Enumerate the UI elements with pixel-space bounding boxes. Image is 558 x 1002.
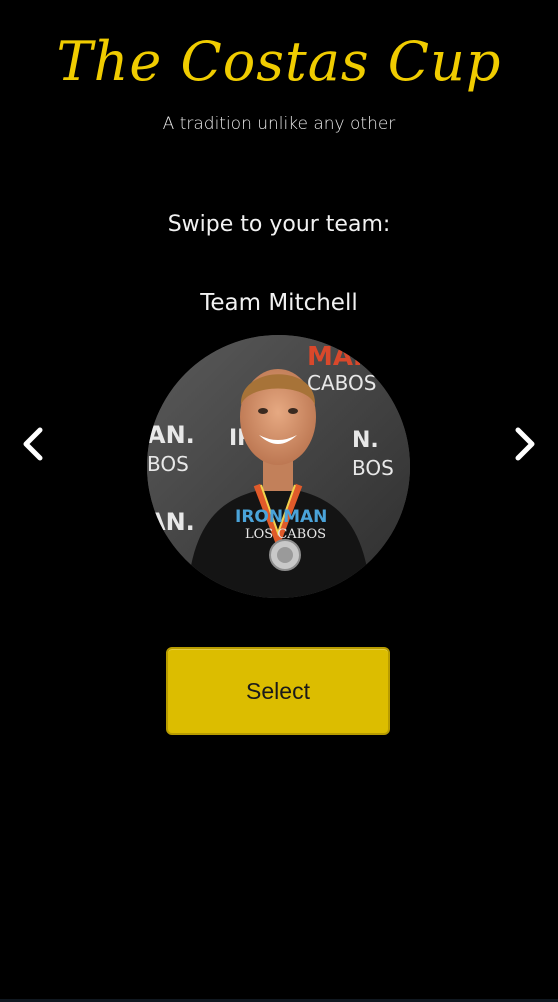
backdrop-text: AN. — [147, 508, 195, 536]
swipe-prompt: Swipe to your team: — [167, 212, 391, 237]
backdrop-text: N. — [352, 428, 379, 453]
backdrop-text: BOS — [352, 456, 394, 480]
team-photo[interactable]: AN. IRON MAN CABOS BOS N. BOS AN. IRONMA… — [147, 335, 410, 598]
select-button[interactable]: Select — [166, 647, 390, 735]
chevron-right-icon — [515, 427, 535, 461]
chevron-left-icon — [23, 427, 43, 461]
backdrop-text: BOS — [147, 452, 189, 476]
backdrop-text: MAN — [307, 342, 375, 372]
previous-team-button[interactable] — [10, 420, 58, 468]
team-avatar-image: AN. IRON MAN CABOS BOS N. BOS AN. IRONMA… — [147, 335, 410, 598]
app-title: The Costas Cup — [56, 30, 502, 93]
shirt-print-text: LOS CABOS — [245, 527, 326, 542]
backdrop-text: AN. — [147, 421, 195, 449]
shirt-print-text: IRONMAN — [235, 507, 327, 527]
team-name: Team Mitchell — [200, 290, 358, 316]
backdrop-text: CABOS — [307, 371, 376, 395]
app-subtitle: A tradition unlike any other — [162, 114, 396, 134]
next-team-button[interactable] — [500, 420, 548, 468]
